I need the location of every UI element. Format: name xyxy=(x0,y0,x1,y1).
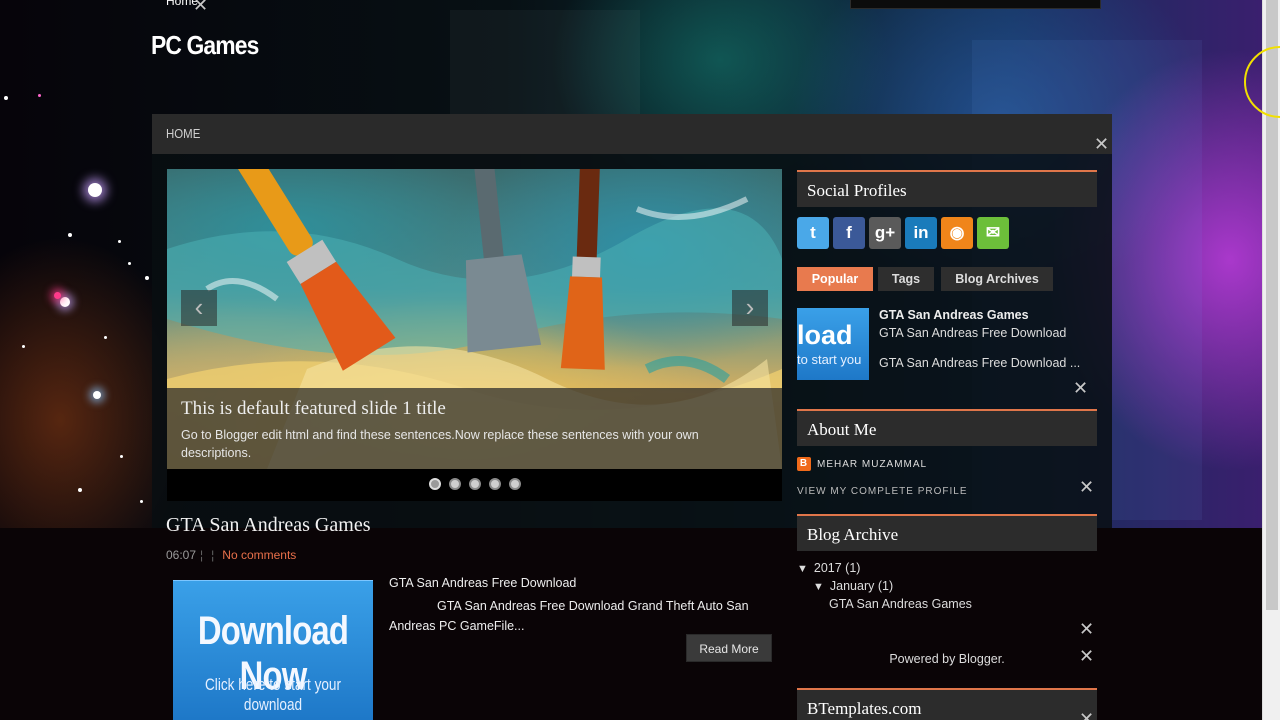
popular-thumb-text: load xyxy=(797,320,853,350)
rss-icon[interactable]: ◉ xyxy=(941,217,973,249)
archive-year-toggle[interactable]: ▼ 2017 (1) xyxy=(797,561,860,575)
menu-item-home[interactable]: HOME xyxy=(166,126,200,141)
blogger-icon: B xyxy=(797,457,811,471)
slider-next-arrow-icon[interactable]: › xyxy=(732,290,768,326)
popular-post-thumbnail[interactable]: load to start you xyxy=(797,308,869,380)
site-title[interactable]: PC Games xyxy=(151,30,259,61)
bg-star xyxy=(120,455,123,458)
post-thumbnail[interactable]: Download Now Click here to start your do… xyxy=(173,580,373,720)
slider-dot[interactable] xyxy=(488,478,501,490)
archive-year-label[interactable]: 2017 (1) xyxy=(814,561,861,575)
blog-archive-heading: Blog Archive xyxy=(797,514,1097,551)
tab-popular[interactable]: Popular xyxy=(797,267,873,291)
post-title[interactable]: GTA San Andreas Games xyxy=(166,514,370,537)
main-menu-bar: HOME xyxy=(152,114,1112,154)
about-me-heading: About Me xyxy=(797,409,1097,446)
post-excerpt-heading: GTA San Andreas Free Download xyxy=(389,576,577,590)
author-name[interactable]: MEHAR MUZAMMAL xyxy=(817,459,927,470)
slider-dot[interactable] xyxy=(468,478,481,490)
wrench-icon[interactable]: ✕ xyxy=(1079,478,1094,496)
powered-by-text: Powered by Blogger. xyxy=(889,652,1005,666)
google-plus-icon[interactable]: g+ xyxy=(869,217,901,249)
tab-tags[interactable]: Tags xyxy=(878,267,934,291)
wrench-icon[interactable]: ✕ xyxy=(193,0,208,14)
bg-star xyxy=(93,391,101,399)
slide-caption: This is default featured slide 1 title G… xyxy=(167,388,782,469)
twitter-icon[interactable]: t xyxy=(797,217,829,249)
triangle-down-icon[interactable]: ▼ xyxy=(813,581,824,593)
wrench-icon[interactable]: ✕ xyxy=(1079,710,1094,720)
post-time: 06:07 xyxy=(166,548,197,562)
archive-month-toggle[interactable]: ▼ January (1) xyxy=(813,579,893,593)
wrench-icon[interactable]: ✕ xyxy=(1079,620,1094,638)
facebook-icon[interactable]: f xyxy=(833,217,865,249)
btemplates-heading: BTemplates.com xyxy=(797,688,1097,720)
about-author: B MEHAR MUZAMMAL xyxy=(797,457,927,471)
bg-star xyxy=(4,96,8,100)
email-icon[interactable]: ✉ xyxy=(977,217,1009,249)
meta-separator: ¦ xyxy=(211,548,215,562)
wrench-icon[interactable]: ✕ xyxy=(1073,379,1088,397)
social-profiles-heading: Social Profiles xyxy=(797,170,1097,207)
popular-post-snippet: GTA San Andreas Free Download ... xyxy=(879,356,1081,370)
bg-star xyxy=(22,345,25,348)
popular-post-snippet: GTA San Andreas Free Download xyxy=(879,326,1067,340)
wrench-icon[interactable]: ✕ xyxy=(1079,647,1094,665)
bg-star xyxy=(140,500,143,503)
wrench-icon[interactable]: ✕ xyxy=(1094,135,1109,153)
slide-title[interactable]: This is default featured slide 1 title xyxy=(181,398,768,420)
search-box[interactable] xyxy=(850,0,1101,9)
slider-dot[interactable] xyxy=(428,478,441,490)
archive-post-link[interactable]: GTA San Andreas Games xyxy=(829,597,972,611)
linkedin-icon[interactable]: in xyxy=(905,217,937,249)
triangle-down-icon[interactable]: ▼ xyxy=(797,563,808,575)
bg-star xyxy=(68,233,72,237)
view-profile-link[interactable]: VIEW MY COMPLETE PROFILE xyxy=(797,486,968,497)
bg-star xyxy=(60,297,70,307)
popular-thumb-subtext: to start you xyxy=(797,352,862,367)
bg-star xyxy=(38,94,41,97)
slider-dot[interactable] xyxy=(448,478,461,490)
bg-star xyxy=(145,276,149,280)
slider-pagination xyxy=(167,478,782,490)
thumbnail-subline: Click here to start your download xyxy=(204,675,342,714)
popular-post-title[interactable]: GTA San Andreas Games xyxy=(879,308,1029,322)
meta-separator: ¦ xyxy=(200,548,204,562)
bg-star xyxy=(128,262,131,265)
bg-star xyxy=(78,488,82,492)
bg-star xyxy=(54,292,61,299)
bg-star xyxy=(118,240,121,243)
slide-description: Go to Blogger edit html and find these s… xyxy=(181,428,699,460)
post-excerpt: GTA San Andreas Free Download Grand Thef… xyxy=(389,599,749,633)
tab-blog-archives[interactable]: Blog Archives xyxy=(941,267,1053,291)
post-meta: 06:07 ¦ ¦ No comments xyxy=(166,548,296,562)
bg-star xyxy=(88,183,102,197)
bg-star xyxy=(104,336,107,339)
read-more-button[interactable]: Read More xyxy=(686,634,772,662)
featured-slider: This is default featured slide 1 title G… xyxy=(167,169,782,501)
slider-prev-arrow-icon[interactable]: ‹ xyxy=(181,290,217,326)
archive-month-label[interactable]: January (1) xyxy=(830,579,893,593)
slider-dot[interactable] xyxy=(508,478,521,490)
post-comments-link[interactable]: No comments xyxy=(222,548,296,562)
